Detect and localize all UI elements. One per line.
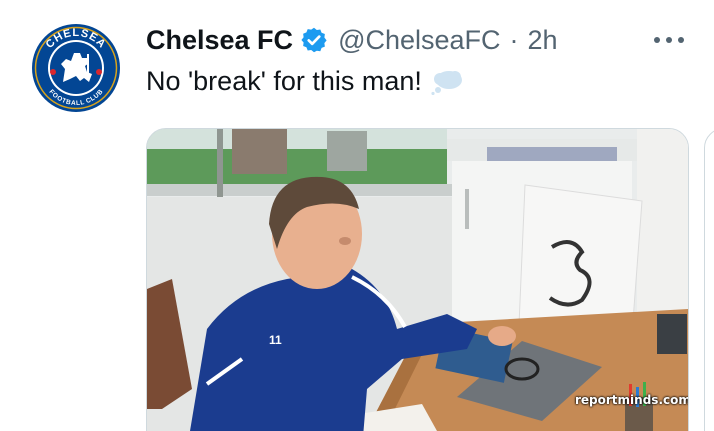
separator-dot: · (509, 24, 519, 55)
tweet-header: Chelsea FC @ChelseaFC · 2h (146, 22, 558, 58)
more-options-icon[interactable] (654, 30, 684, 50)
tweet-text-content: No 'break' for this man! (146, 66, 422, 96)
tweet-photo[interactable]: 11 reportminds.com (146, 128, 689, 431)
watermark-text: reportminds.com (575, 393, 689, 407)
chelsea-crest-logo: CHELSEA FOOTBALL CLUB (30, 22, 122, 114)
next-media-card-edge[interactable] (704, 128, 714, 431)
display-name[interactable]: Chelsea FC (146, 25, 293, 56)
more-dot (654, 37, 660, 43)
timestamp[interactable]: 2h (528, 25, 558, 56)
user-handle[interactable]: @ChelseaFC (338, 25, 500, 56)
tweet-text: No 'break' for this man! (146, 66, 464, 97)
shirt-number: 11 (269, 333, 282, 347)
verified-badge-icon (301, 27, 327, 53)
more-dot (678, 37, 684, 43)
avatar[interactable]: CHELSEA FOOTBALL CLUB (30, 22, 122, 114)
thought-balloon-emoji (431, 70, 462, 95)
more-dot (666, 37, 672, 43)
photo-illustration: 11 (147, 129, 688, 431)
tweet: CHELSEA FOOTBALL CLUB Chelsea FC @Chelse… (0, 0, 714, 431)
